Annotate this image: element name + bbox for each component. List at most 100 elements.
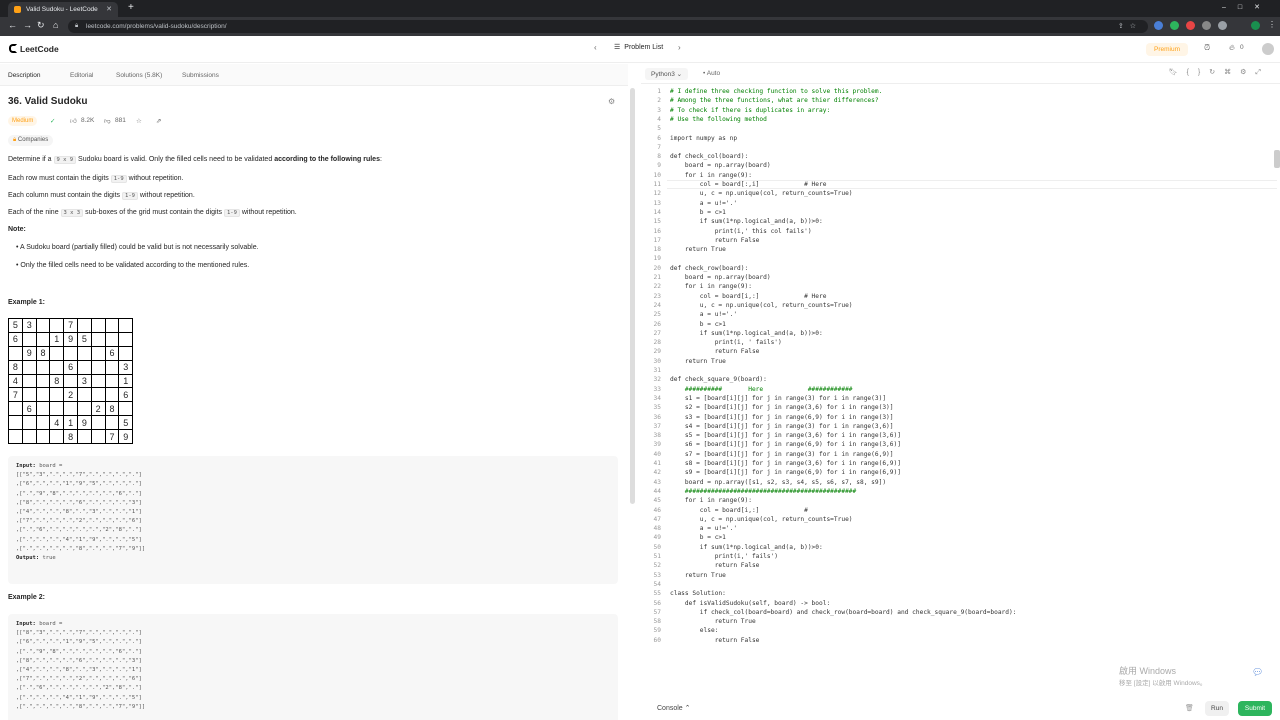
code-line[interactable]: return True: [670, 618, 756, 625]
code-line[interactable]: import numpy as np: [670, 135, 737, 142]
companies-tag[interactable]: 🔒︎ Companies: [8, 135, 54, 146]
chat-icon[interactable]: 💬︎: [1252, 667, 1263, 678]
prev-problem-icon[interactable]: ‹: [594, 43, 597, 52]
code-line[interactable]: if sum(1*np.logical_and(a, b))>0:: [670, 544, 823, 551]
reload-icon[interactable]: ↻: [37, 20, 45, 31]
dislike-icon[interactable]: 👎︎: [104, 117, 111, 125]
editor-side-tab[interactable]: [1274, 150, 1280, 168]
code-line[interactable]: board = np.array(board): [670, 162, 771, 169]
code-line[interactable]: return True: [670, 246, 726, 253]
code-line[interactable]: return False: [670, 562, 760, 569]
code-line[interactable]: print(i,' fails'): [670, 553, 778, 560]
code-line[interactable]: b = c>1: [670, 321, 726, 328]
code-line[interactable]: s7 = [board[i][j] for j in range(3) for …: [670, 451, 894, 458]
code-line[interactable]: ########## Here ############: [670, 386, 853, 393]
code-line[interactable]: u, c = np.unique(col, return_counts=True…: [670, 302, 853, 309]
code-line[interactable]: # To check if there is duplicates in arr…: [670, 107, 830, 114]
code-line[interactable]: s6 = [board[i][j] for j in range(6,9) fo…: [670, 441, 901, 448]
code-line[interactable]: for i in range(9):: [670, 172, 752, 179]
code-line[interactable]: col = board[:,i] # Here: [670, 181, 827, 188]
extension-icon[interactable]: [1170, 21, 1179, 30]
tab-submissions[interactable]: Submissions: [182, 72, 219, 79]
code-line[interactable]: return True: [670, 572, 726, 579]
avatar[interactable]: [1262, 43, 1274, 55]
next-problem-icon[interactable]: ›: [678, 43, 681, 52]
code-line[interactable]: def check_row(board):: [670, 265, 748, 272]
code-line[interactable]: s1 = [board[i][j] for j in range(3) for …: [670, 395, 886, 402]
extension-icon[interactable]: [1154, 21, 1163, 30]
code-editor[interactable]: 1 # I define three checking function to s…: [641, 88, 1280, 648]
console-toggle[interactable]: Console ⌃: [657, 704, 691, 712]
code-line[interactable]: s8 = [board[i][j] for j in range(3,6) fo…: [670, 460, 901, 467]
code-line[interactable]: board = np.array(board): [670, 274, 771, 281]
code-line[interactable]: if sum(1*np.logical_and(a, b))>0:: [670, 218, 823, 225]
code-line[interactable]: u, c = np.unique(col, return_counts=True…: [670, 190, 853, 197]
code-line[interactable]: print(i,' this col fails'): [670, 228, 812, 235]
code-line[interactable]: for i in range(9):: [670, 497, 752, 504]
window-controls[interactable]: –□✕: [1222, 3, 1272, 11]
problem-list-button[interactable]: ☰ Problem List: [614, 43, 714, 51]
auto-toggle[interactable]: • Auto: [699, 68, 724, 79]
tab-editorial[interactable]: Editorial: [70, 72, 93, 79]
code-line[interactable]: return False: [670, 348, 760, 355]
code-line[interactable]: a = u!='.': [670, 311, 737, 318]
code-line[interactable]: col = board[i,:] #: [670, 507, 808, 514]
code-line[interactable]: class Solution:: [670, 590, 726, 597]
code-line[interactable]: # I define three checking function to so…: [670, 88, 882, 95]
code-line[interactable]: else:: [670, 627, 719, 634]
close-tab-icon[interactable]: ✕: [106, 5, 112, 13]
code-line[interactable]: for i in range(9):: [670, 283, 752, 290]
home-icon[interactable]: ⌂: [53, 20, 58, 30]
code-line[interactable]: b = c>1: [670, 209, 726, 216]
tab-solutions[interactable]: Solutions (5.8K): [116, 72, 162, 79]
code-line[interactable]: b = c>1: [670, 534, 726, 541]
like-icon[interactable]: 👍︎: [70, 117, 77, 125]
code-line[interactable]: def check_col(board):: [670, 153, 748, 160]
back-icon[interactable]: ←: [8, 20, 17, 30]
code-line[interactable]: col = board[i,:] # Here: [670, 293, 827, 300]
code-line[interactable]: a = u!='.': [670, 525, 737, 532]
code-line[interactable]: ########################################…: [670, 488, 856, 495]
forward-icon[interactable]: →: [23, 20, 32, 30]
code-line[interactable]: return False: [670, 637, 760, 644]
language-select[interactable]: Python3 ⌄: [645, 68, 689, 80]
settings-icon[interactable]: ⚙︎: [608, 97, 615, 106]
premium-button[interactable]: Premium: [1146, 43, 1188, 56]
share-icon[interactable]: ⇗: [156, 117, 161, 125]
code-line[interactable]: # Among the three functions, what are th…: [670, 97, 879, 104]
code-line[interactable]: board = np.array([s1, s2, s3, s4, s5, s6…: [670, 479, 886, 486]
editor-actions[interactable]: 🔖︎{}↻⌘⚙⤢: [1169, 68, 1270, 77]
code-line[interactable]: def check_square_9(board):: [670, 376, 767, 383]
browser-tab[interactable]: Valid Sudoku - LeetCode ✕: [8, 2, 118, 17]
code-line[interactable]: if sum(1*np.logical_and(a, b))>0:: [670, 330, 823, 337]
code-line[interactable]: s2 = [board[i][j] for j in range(3,6) fo…: [670, 404, 894, 411]
code-line[interactable]: u, c = np.unique(col, return_counts=True…: [670, 516, 853, 523]
code-line[interactable]: s4 = [board[i][j] for j in range(3) for …: [670, 423, 894, 430]
code-line[interactable]: # Use the following method: [670, 116, 767, 123]
code-line[interactable]: s3 = [board[i][j] for j in range(6,9) fo…: [670, 414, 894, 421]
tab-description[interactable]: Description: [8, 72, 41, 79]
code-line[interactable]: return False: [670, 237, 760, 244]
omnibox-actions[interactable]: ⇪☆: [1118, 22, 1142, 30]
extension-icon[interactable]: [1186, 21, 1195, 30]
submit-button[interactable]: Submit: [1238, 701, 1272, 716]
leetcode-logo[interactable]: LeetCode: [9, 44, 59, 54]
profile-avatar-icon[interactable]: [1251, 21, 1260, 30]
star-icon[interactable]: ☆: [136, 117, 142, 125]
timer-icon[interactable]: ⏰︎: [1204, 43, 1210, 53]
streak-fire-icon[interactable]: 🔥︎: [1229, 43, 1235, 53]
menu-dots-icon[interactable]: ⋮: [1268, 20, 1276, 29]
extensions-puzzle-icon[interactable]: [1202, 21, 1211, 30]
code-line[interactable]: if check_col(board=board) and check_row(…: [670, 609, 1017, 616]
code-line[interactable]: def isValidSudoku(self, board) -> bool:: [670, 600, 830, 607]
profile-icon[interactable]: [1218, 21, 1227, 30]
run-button[interactable]: Run: [1205, 701, 1229, 716]
code-line[interactable]: print(i, ' fails'): [670, 339, 782, 346]
new-tab-icon[interactable]: +: [128, 2, 134, 13]
description-scrollbar[interactable]: [630, 88, 635, 504]
trash-icon[interactable]: 🗑︎: [1185, 704, 1194, 712]
code-line[interactable]: s5 = [board[i][j] for j in range(3,6) fo…: [670, 432, 901, 439]
code-line[interactable]: s9 = [board[i][j] for j in range(6,9) fo…: [670, 469, 901, 476]
code-line[interactable]: a = u!='.': [670, 200, 737, 207]
url-input[interactable]: 🔒︎ leetcode.com/problems/valid-sudoku/de…: [68, 20, 1148, 33]
